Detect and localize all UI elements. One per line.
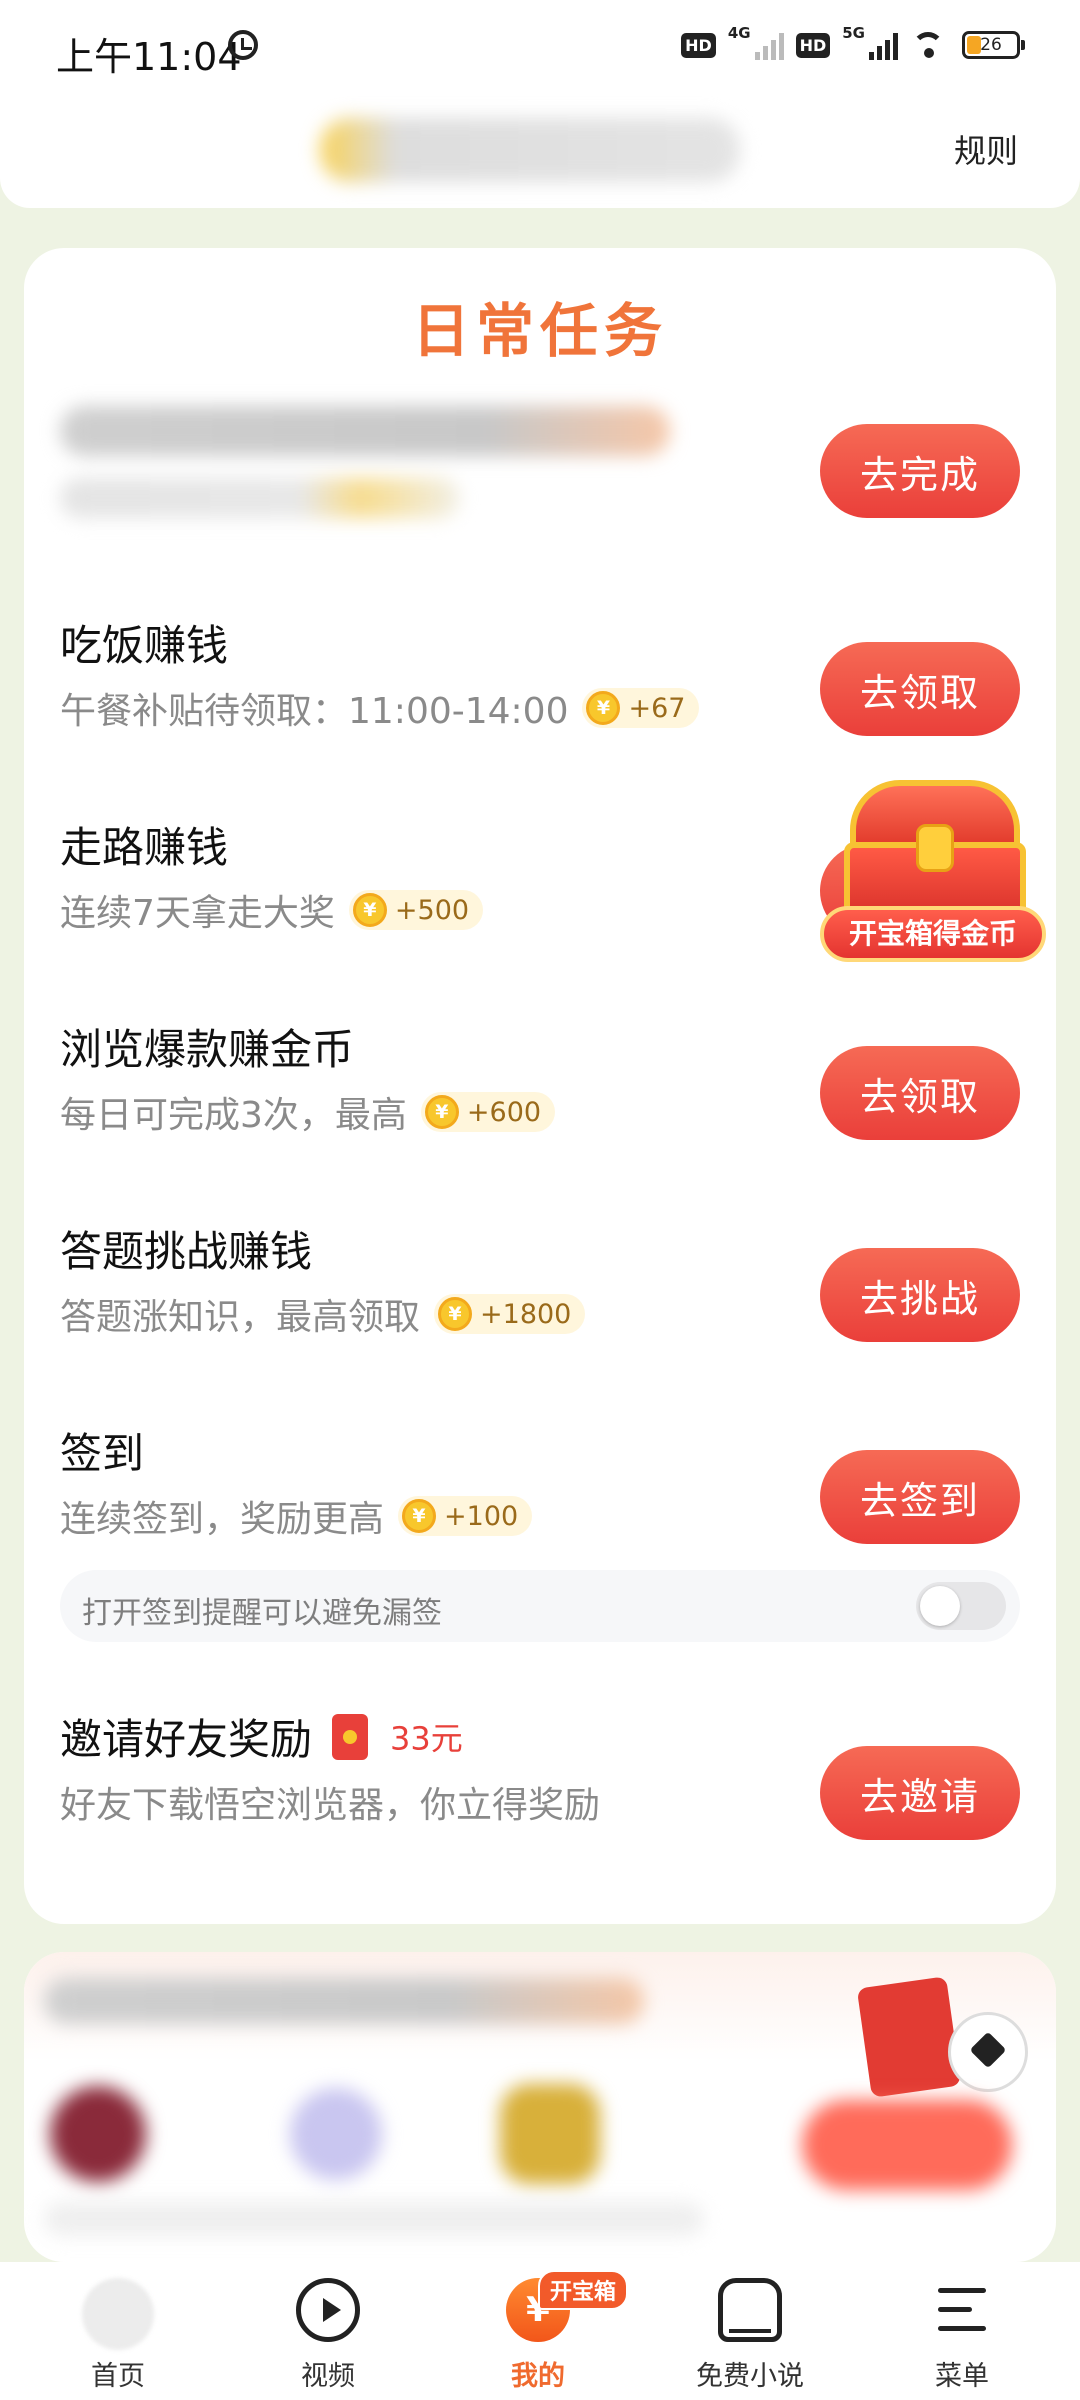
coin-icon: ¥ [402, 1499, 437, 1533]
task-checkin-button[interactable]: 去签到 [820, 1450, 1020, 1544]
coin-balance-blurred [320, 118, 740, 182]
task-item-quiz: 答题挑战赚钱 答题涨知识，最高领取 ¥ +1800 去挑战 [60, 1218, 1020, 1378]
nav-mine[interactable]: ¥ 开宝箱 我的 [468, 2270, 629, 2394]
battery-level: 26 [980, 35, 1002, 55]
nav-label: 我的 [511, 2361, 565, 2392]
coin-reward-badge: ¥ +100 [398, 1496, 533, 1536]
bottom-nav: 首页 视频 ¥ 开宝箱 我的 免费小说 菜单 [0, 2262, 1080, 2400]
coin-icon: ¥ [438, 1297, 473, 1331]
nav-label: 菜单 [935, 2361, 989, 2392]
task-subtitle-row: 连续7天拿走大奖 ¥ +500 [60, 884, 484, 936]
task-subtitle: 连续签到，奖励更高 [60, 1499, 385, 1540]
coin-reward-badge: ¥ +1800 [434, 1294, 586, 1334]
task-title: 浏览爆款赚金币 [60, 1025, 355, 1074]
task-subtitle: 午餐补贴待领取：11:00-14:00 [60, 691, 569, 732]
network-type-1: 4G [727, 24, 751, 42]
alarm-icon [228, 30, 258, 60]
menu-icon [930, 2278, 994, 2342]
reminder-text: 打开签到提醒可以避免漏签 [82, 1596, 442, 1631]
treasure-badge: 开宝箱 [538, 2270, 629, 2310]
home-icon [82, 2278, 154, 2350]
nav-menu[interactable]: 菜单 [892, 2274, 1032, 2394]
reward-amount: +500 [394, 894, 470, 926]
wifi-icon [910, 30, 950, 60]
status-time: 上午11:04 [56, 35, 242, 79]
red-packet-icon [332, 1713, 369, 1760]
task-subtitle: 答题涨知识，最高领取 [60, 1297, 421, 1338]
coin-icon: ¥ [424, 1095, 459, 1129]
nav-novels[interactable]: 免费小说 [680, 2274, 820, 2394]
gift-icon [856, 1976, 962, 2098]
task-challenge-button[interactable]: 去挑战 [820, 1248, 1020, 1342]
task-title: 邀请好友奖励 [60, 1715, 313, 1764]
daily-tasks-title: 日常任务 [411, 297, 668, 365]
nav-home[interactable]: 首页 [48, 2274, 188, 2394]
promo-title-blurred [44, 1978, 644, 2024]
status-bar: 上午11:04 HD 4G HD 5G 26 [0, 0, 1080, 100]
promo-item-1[interactable] [50, 2086, 146, 2182]
promo-item-2[interactable] [290, 2088, 382, 2180]
task-title-blurred [60, 406, 670, 456]
task-claim-button[interactable]: 去领取 [820, 642, 1020, 736]
network-type-2: 5G [842, 24, 865, 42]
task-claim-button[interactable]: 去领取 [820, 1046, 1020, 1140]
task-title-row: 邀请好友奖励 33元 [60, 1706, 463, 1767]
task-subtitle-row: 答题涨知识，最高领取 ¥ +1800 [60, 1288, 586, 1340]
promo-action-button[interactable] [802, 2100, 1012, 2190]
nav-label: 首页 [91, 2361, 145, 2392]
soccer-ball-icon [948, 2012, 1028, 2092]
promo-item-3[interactable] [500, 2084, 600, 2184]
reward-amount: 33元 [390, 1719, 463, 1758]
signal-icon-2 [869, 30, 898, 60]
task-subtitle-row: 好友下载悟空浏览器，你立得奖励 [60, 1776, 600, 1828]
coin-reward-badge: ¥ +500 [348, 890, 484, 930]
task-subtitle: 好友下载悟空浏览器，你立得奖励 [60, 1785, 601, 1826]
task-subtitle-row: 连续签到，奖励更高 ¥ +100 [60, 1490, 533, 1542]
nav-video[interactable]: 视频 [258, 2274, 398, 2394]
treasure-chest-widget[interactable]: 开宝箱得金币 [820, 780, 1050, 970]
reward-amount: +67 [628, 692, 686, 724]
task-title: 答题挑战赚钱 [60, 1227, 313, 1276]
task-subtitle: 每日可完成3次，最高 [60, 1095, 407, 1136]
daily-tasks-card: 日常任务 去完成 吃饭赚钱 午餐补贴待领取：11:00-14:00 ¥ +67 去… [24, 248, 1056, 1924]
page-header: 规则 [0, 100, 1080, 208]
coin-icon: ¥ [352, 893, 387, 927]
coin-icon: ¥ [586, 691, 621, 725]
nav-label: 视频 [301, 2361, 355, 2392]
task-invite-button[interactable]: 去邀请 [820, 1746, 1020, 1840]
hd-icon-2: HD [795, 32, 831, 58]
reward-amount: +100 [444, 1500, 519, 1532]
checkin-reminder-row: 打开签到提醒可以避免漏签 [60, 1570, 1020, 1642]
coin-reward-badge: ¥ +67 [582, 688, 700, 728]
battery-icon: 26 [962, 31, 1025, 59]
task-item-browse: 浏览爆款赚金币 每日可完成3次，最高 ¥ +600 去领取 [60, 1016, 1020, 1176]
promo-card-blurred [24, 1952, 1056, 2262]
reward-amount: +600 [466, 1096, 542, 1128]
task-complete-button[interactable]: 去完成 [820, 424, 1020, 518]
rules-link[interactable]: 规则 [954, 126, 1018, 172]
task-item-meal: 吃饭赚钱 午餐补贴待领取：11:00-14:00 ¥ +67 去领取 [60, 612, 1020, 772]
coin-reward-badge: ¥ +600 [420, 1092, 556, 1132]
task-item-checkin: 签到 连续签到，奖励更高 ¥ +100 去签到 [60, 1420, 1020, 1580]
play-icon [296, 2278, 360, 2342]
promo-captions-blurred [44, 2202, 704, 2236]
task-title: 吃饭赚钱 [60, 621, 229, 670]
task-item-invite: 邀请好友奖励 33元 好友下载悟空浏览器，你立得奖励 去邀请 [60, 1706, 1020, 1866]
nav-label: 免费小说 [696, 2361, 804, 2392]
hd-icon: HD [681, 32, 716, 58]
task-subtitle-row: 每日可完成3次，最高 ¥ +600 [60, 1086, 556, 1138]
task-subtitle: 连续7天拿走大奖 [60, 893, 335, 934]
book-icon [718, 2278, 782, 2342]
task-title: 签到 [60, 1429, 145, 1478]
reminder-toggle[interactable] [916, 1582, 1006, 1630]
status-indicators: HD 4G HD 5G 26 [681, 24, 1025, 60]
lock-icon [916, 824, 954, 872]
task-title: 走路赚钱 [60, 823, 229, 872]
task-item-blurred: 去完成 [60, 394, 1020, 554]
task-subtitle-blurred [60, 478, 460, 518]
treasure-chest-label: 开宝箱得金币 [820, 906, 1046, 962]
task-subtitle-row: 午餐补贴待领取：11:00-14:00 ¥ +67 [60, 682, 700, 734]
reward-amount: +1800 [480, 1298, 572, 1330]
signal-icon-1 [754, 30, 784, 60]
